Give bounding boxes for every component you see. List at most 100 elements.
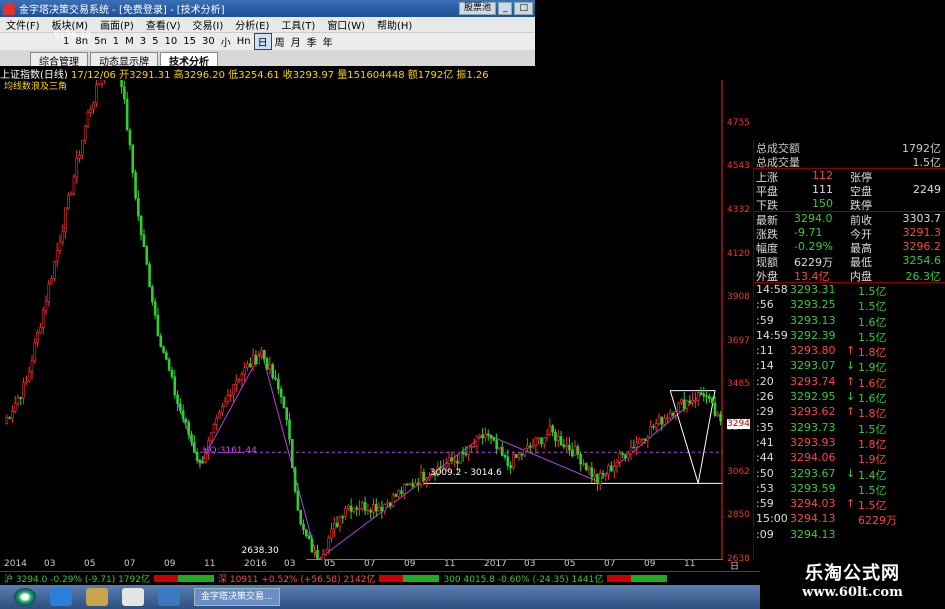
minimize-button[interactable]: _ [497, 2, 513, 15]
candle-body [408, 483, 412, 486]
candle-body [652, 426, 655, 428]
candle-body [344, 508, 347, 518]
candle-body [551, 425, 554, 433]
candle-body [181, 410, 185, 420]
candle-body [405, 483, 409, 486]
tab-1[interactable]: 动态显示牌 [90, 52, 158, 68]
browser-icon[interactable] [50, 588, 72, 606]
x-tick-label: 05 [324, 559, 336, 569]
sh-breadth-bar [154, 575, 214, 582]
tick-arrow: ↓ [846, 466, 856, 480]
bird-icon[interactable] [158, 588, 180, 606]
y-tick-label: 4755 [727, 117, 750, 128]
candle-body [229, 394, 233, 397]
sz-breadth-bar [379, 575, 440, 582]
candle-body [568, 444, 571, 451]
period-button-7[interactable]: 10 [162, 36, 181, 47]
period-button-13[interactable]: 周 [272, 34, 288, 49]
tick-volume: 1.8亿 [858, 407, 887, 421]
candle-body [584, 463, 588, 471]
candle-body [716, 413, 720, 416]
menu-item-7[interactable]: 窗口(W) [321, 17, 371, 32]
candle-body [209, 432, 213, 442]
period-button-4[interactable]: M [122, 36, 137, 47]
period-button-5[interactable]: 3 [137, 36, 149, 47]
stock-pool-button[interactable]: 股票池 [458, 2, 496, 15]
candle-body [509, 465, 512, 469]
tool-icon[interactable] [122, 588, 144, 606]
tick-row: 14:58 3293.31 1.5亿 [754, 283, 945, 298]
x-tick-label: 09 [404, 559, 416, 569]
candle-body [131, 144, 135, 173]
candle-body [249, 363, 252, 367]
candle-body [302, 523, 305, 531]
menu-item-5[interactable]: 分析(E) [229, 17, 275, 32]
candle-body [55, 249, 59, 262]
period-button-12[interactable]: 日 [253, 33, 272, 50]
candle-body [528, 445, 532, 448]
menu-item-3[interactable]: 查看(V) [140, 17, 187, 32]
period-button-16[interactable]: 年 [320, 34, 336, 49]
tick-volume: 1.9亿 [858, 453, 887, 467]
candle-body [517, 453, 521, 458]
candle-body [265, 358, 269, 370]
period-button-11[interactable]: Hn [234, 36, 254, 47]
menu-item-6[interactable]: 工具(T) [275, 17, 321, 32]
menu-item-0[interactable]: 文件(F) [0, 17, 46, 32]
folder-icon[interactable] [86, 588, 108, 606]
tick-row: :14 3293.07 ↓ 1.9亿 [754, 359, 945, 374]
candle-body [235, 380, 238, 385]
index-ticker: 沪 3294.0 -0.29% (-9.71) 1792亿 深 10911 +0… [0, 571, 760, 585]
candle-body [5, 417, 9, 424]
candle-body [688, 400, 692, 403]
candle-body [708, 396, 711, 399]
candle-body [377, 506, 381, 512]
candle-body [25, 380, 28, 384]
x-tick-label: 03 [524, 559, 536, 569]
candle-body [632, 446, 636, 449]
tick-row: :50 3293.67 ↓ 1.4亿 [754, 467, 945, 482]
tab-2[interactable]: 技术分析 [160, 52, 218, 68]
candle-body [277, 378, 280, 390]
period-button-2[interactable]: 5n [91, 36, 110, 47]
candlestick-chart[interactable] [0, 80, 723, 560]
period-button-6[interactable]: 5 [149, 36, 161, 47]
candle-body [579, 453, 582, 465]
candle-body [416, 482, 420, 485]
start-icon[interactable] [14, 588, 36, 606]
period-button-8[interactable]: 15 [180, 36, 199, 47]
tick-time: :44 [756, 451, 774, 465]
period-button-10[interactable]: 小 [218, 34, 234, 49]
tick-time: :09 [756, 527, 774, 541]
tick-arrow: ↓ [846, 390, 856, 404]
breadth-value: 112 [812, 169, 833, 182]
candle-body [702, 393, 706, 397]
period-button-3[interactable]: 1 [110, 36, 122, 47]
candle-body [184, 418, 188, 423]
breadth-label-2: 跌停 [850, 199, 872, 212]
tab-0[interactable]: 综合管理 [30, 52, 88, 68]
tick-price: 3294.06 [790, 451, 836, 465]
tick-price: 3293.67 [790, 466, 836, 480]
candle-body [327, 537, 331, 551]
candle-body [100, 80, 104, 85]
candle-body [251, 354, 255, 367]
candle-body [629, 446, 633, 455]
menu-item-2[interactable]: 画面(P) [94, 17, 140, 32]
candle-body [694, 399, 697, 402]
period-button-9[interactable]: 30 [199, 36, 218, 47]
maximize-button[interactable]: □ [514, 2, 533, 15]
taskbar-app-button[interactable]: 金字塔决策交易... [194, 588, 280, 606]
y-tick-label: 2850 [727, 510, 750, 521]
candle-body [500, 446, 504, 456]
menu-item-8[interactable]: 帮助(H) [371, 17, 418, 32]
candle-body [573, 446, 577, 457]
tick-volume: 1.5亿 [858, 330, 887, 344]
period-button-14[interactable]: 月 [288, 34, 304, 49]
summary-row: 总成交额 1792亿 [754, 140, 945, 155]
candle-body [495, 440, 498, 450]
period-button-15[interactable]: 季 [304, 34, 320, 49]
menu-item-4[interactable]: 交易(I) [187, 17, 230, 32]
summary-row: 总成交量 1.5亿 [754, 154, 945, 169]
candle-body [167, 359, 171, 371]
